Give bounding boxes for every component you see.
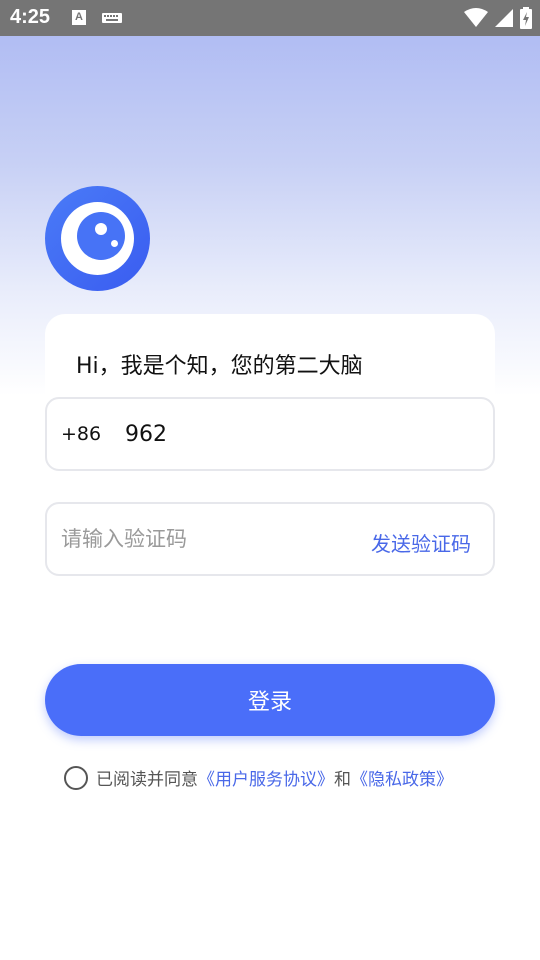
- a-notification-icon: A: [72, 10, 86, 25]
- agreement-and: 和: [334, 770, 351, 790]
- country-code[interactable]: +86: [61, 423, 101, 445]
- agreement-row: 已阅读并同意 《用户服务协议》 和 《隐私政策》: [64, 765, 453, 790]
- verification-code-input[interactable]: [61, 522, 341, 556]
- agreement-radio[interactable]: [64, 765, 88, 790]
- greeting-card: Hi，我是个知，您的第二大脑: [45, 314, 495, 410]
- login-button[interactable]: 登录: [45, 664, 495, 736]
- phone-input[interactable]: [125, 417, 465, 451]
- keyboard-icon: [102, 13, 122, 23]
- agreement-prefix: 已阅读并同意: [96, 770, 198, 790]
- status-bar: 4:25 A: [0, 0, 540, 36]
- verification-code-field: 发送验证码: [45, 502, 495, 576]
- terms-link[interactable]: 《用户服务协议》: [198, 765, 334, 790]
- cellular-signal-icon: [495, 9, 513, 27]
- battery-charging-icon: [520, 7, 532, 29]
- eye-logo-icon: [45, 186, 150, 291]
- phone-field: +86: [45, 397, 495, 471]
- status-time: 4:25: [10, 6, 51, 28]
- wifi-icon: [464, 8, 488, 27]
- greeting-text: Hi，我是个知，您的第二大脑: [76, 354, 363, 379]
- privacy-link[interactable]: 《隐私政策》: [351, 765, 453, 790]
- send-code-button[interactable]: 发送验证码: [371, 528, 471, 557]
